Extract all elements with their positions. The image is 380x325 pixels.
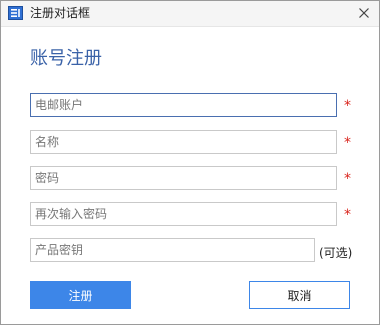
title-bar[interactable]: 注册对话框 xyxy=(1,1,379,27)
dialog-heading: 账号注册 xyxy=(30,48,102,69)
close-icon[interactable] xyxy=(355,4,373,22)
confirm-password-field[interactable] xyxy=(30,202,337,226)
optional-label: (可选) xyxy=(319,246,353,260)
email-required-mark: * xyxy=(344,98,351,114)
password-required-mark: * xyxy=(344,171,351,187)
confirm-password-required-mark: * xyxy=(344,207,351,223)
password-field[interactable] xyxy=(30,166,337,190)
name-field[interactable] xyxy=(30,130,337,154)
register-dialog: 注册对话框 账号注册 * * * * (可选) 注册 取消 xyxy=(0,0,380,325)
cancel-button[interactable]: 取消 xyxy=(249,281,350,309)
register-button[interactable]: 注册 xyxy=(30,281,131,309)
product-key-field[interactable] xyxy=(30,238,315,262)
app-icon xyxy=(8,6,23,20)
email-field[interactable] xyxy=(30,93,337,117)
window-title: 注册对话框 xyxy=(30,6,91,20)
name-required-mark: * xyxy=(344,135,351,151)
